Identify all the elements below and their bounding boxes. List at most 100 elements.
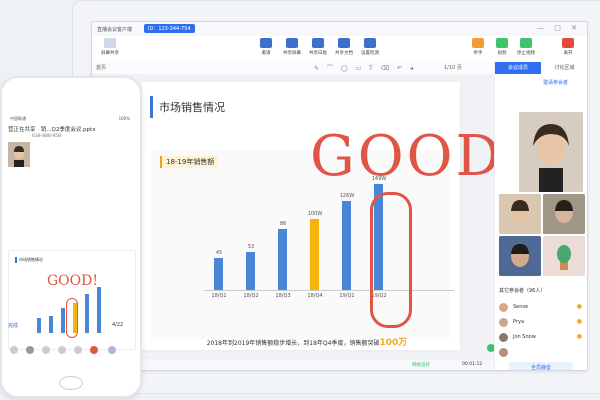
- meeting-timer: 00:01:12: [462, 362, 483, 367]
- screen-share-icon: [104, 38, 116, 48]
- raise-hand-icon: [472, 38, 484, 48]
- phone-video-thumb[interactable]: [8, 142, 30, 167]
- video-tile-3[interactable]: [543, 194, 585, 234]
- slide-caption: 2018年到2019年销售额稳步增长，到18年Q4季度，销售额突破100万: [206, 338, 408, 348]
- phone-good-annotation: GOOD!: [47, 273, 98, 289]
- participant-avatar-icon: [499, 236, 541, 276]
- meeting-window: 直播会议客户端 ID：123-344-754 — □ ✕ 屏幕共享 邀请 共享屏…: [91, 21, 588, 371]
- toolbar-settings[interactable]: 设置检测: [356, 38, 384, 56]
- phone-chart-bar: [97, 287, 101, 333]
- participant-avatar-icon: [499, 194, 541, 234]
- panel-tabs: 会议成员 讨论区域: [495, 62, 587, 74]
- chart-bar: [310, 219, 319, 290]
- slide-heading: 市场销售情况: [150, 96, 245, 118]
- avatar: [499, 348, 508, 357]
- mic-icon: ●: [576, 318, 582, 325]
- slide-area: 市场销售情况 18-19年销售额 45 18/Q1 53 18/Q2 86 18/Q3 10…: [92, 74, 526, 358]
- bar-category-label: 18/Q4: [307, 293, 323, 299]
- home-indicator[interactable]: [59, 376, 83, 390]
- phone-share-title: 营正在共享 · 销...Q2季度会议.pptx 638-888-958: [8, 127, 96, 139]
- participant-item[interactable]: Sense ●: [499, 302, 584, 314]
- chart-bar: [342, 200, 351, 290]
- tab-discussion[interactable]: 讨论区域: [541, 62, 587, 74]
- annotation-tools[interactable]: ✎ ⌒ ◯ ▭ T ⌫ ↶ ◂: [314, 63, 416, 72]
- more-icon[interactable]: [108, 346, 116, 354]
- toolbar-stop-video[interactable]: 停止视频: [512, 38, 540, 56]
- video-icon: [496, 38, 508, 48]
- invite-link[interactable]: 邀请参会者: [543, 79, 568, 86]
- phone-page-indicator: 4/22: [112, 322, 124, 328]
- title-bar: 直播会议客户端 ID：123-344-754 — □ ✕: [92, 22, 587, 36]
- brush-icon[interactable]: [58, 346, 66, 354]
- page-indicator: 1/10 页: [444, 65, 462, 71]
- share-screen-icon: [286, 38, 298, 48]
- phone-status-bar: 中国联通 100%: [10, 116, 130, 121]
- chart-bar: [246, 252, 255, 290]
- eraser-icon[interactable]: [10, 346, 18, 354]
- chart-label: 18-19年销售额: [160, 156, 219, 168]
- speaker-avatar-icon: [519, 112, 583, 192]
- toolbar-invite[interactable]: 邀请: [252, 38, 280, 56]
- share-doc-icon: [338, 38, 350, 48]
- toolbar-share-screen[interactable]: 共享屏幕: [278, 38, 306, 56]
- marker-icon[interactable]: [42, 346, 50, 354]
- avatar: [499, 303, 508, 312]
- video-tile-5[interactable]: [543, 236, 585, 276]
- status-bar: 当前: 17dB/s 网络良好 00:01:12: [92, 358, 494, 370]
- toolbar-leave[interactable]: 离开: [554, 38, 582, 56]
- window-controls[interactable]: — □ ✕: [537, 24, 581, 32]
- avatar: [499, 333, 508, 342]
- bar-value-label: 45: [215, 250, 223, 257]
- stop-video-icon: [520, 38, 532, 48]
- phone-chart-bar: [85, 294, 89, 333]
- meeting-toolbar: 屏幕共享 邀请 共享屏幕 共享白板 共享文档 设置检测 举手 视频 停止视频 离…: [92, 36, 587, 63]
- laptop-frame: 直播会议客户端 ID：123-344-754 — □ ✕ 屏幕共享 邀请 共享屏…: [72, 0, 600, 394]
- others-title: 其它参会者（96人）: [499, 288, 546, 294]
- window-title: 直播会议客户端: [97, 27, 133, 33]
- highlight-ring: [370, 192, 412, 328]
- main-video-tile[interactable]: [519, 112, 583, 192]
- tab-home[interactable]: 首页: [96, 64, 106, 71]
- participant-item[interactable]: Jon Snow ●: [499, 332, 584, 344]
- phone-highlight-ring: [66, 298, 78, 338]
- chart-bar: [278, 229, 287, 290]
- presentation-slide: 市场销售情况 18-19年销售额 45 18/Q1 53 18/Q2 86 18/Q3 10…: [142, 82, 526, 350]
- participant-item[interactable]: Prya ●: [499, 317, 584, 329]
- participant-item[interactable]: [499, 347, 584, 359]
- participants-panel: 会议成员 讨论区域 邀请参会者 其它参会者（96人） Sense ● Prya …: [494, 62, 587, 370]
- meeting-id-badge: ID：123-344-754: [144, 24, 195, 33]
- phone-chart-bar: [37, 318, 41, 333]
- pen-icon[interactable]: [26, 346, 34, 354]
- invite-icon: [260, 38, 272, 48]
- chart-bar: [214, 258, 223, 290]
- plant-icon: [543, 236, 585, 276]
- shape-icon[interactable]: [74, 346, 82, 354]
- phone-chart-bar: [49, 315, 53, 333]
- bar-category-label: 18/Q1: [211, 293, 227, 299]
- done-button[interactable]: 完成: [8, 322, 18, 329]
- toolbar-whiteboard[interactable]: 共享白板: [304, 38, 332, 56]
- color-red-icon[interactable]: [90, 346, 98, 354]
- phone-frame: 中国联通 100% 营正在共享 · 销...Q2季度会议.pptx 638-88…: [0, 76, 142, 398]
- mic-icon: ●: [576, 303, 582, 310]
- participant-avatar-icon: [543, 194, 585, 234]
- mic-icon: ●: [576, 333, 582, 340]
- chart-baseline: [204, 290, 454, 291]
- video-tile-2[interactable]: [499, 194, 541, 234]
- phone-slide-title: 市场销售情况: [15, 257, 43, 263]
- phone-slide: 市场销售情况 GOOD!: [8, 250, 136, 350]
- video-tile-4[interactable]: [499, 236, 541, 276]
- settings-icon: [364, 38, 376, 48]
- toolbar-share-doc[interactable]: 共享文档: [330, 38, 358, 56]
- bar-category-label: 19/Q1: [339, 293, 355, 299]
- network-status: 网络良好: [412, 363, 430, 368]
- bar-category-label: 18/Q3: [275, 293, 291, 299]
- bar-value-label: 53: [247, 244, 255, 251]
- phone-annotation-tools: [8, 344, 134, 358]
- avatar: [499, 318, 508, 327]
- speaker-avatar-icon: [8, 142, 30, 167]
- toolbar-screen-share[interactable]: 屏幕共享: [96, 38, 124, 56]
- tab-members[interactable]: 会议成员: [495, 62, 541, 74]
- mute-all-button[interactable]: 全员静音: [509, 362, 573, 370]
- leave-icon: [562, 38, 574, 48]
